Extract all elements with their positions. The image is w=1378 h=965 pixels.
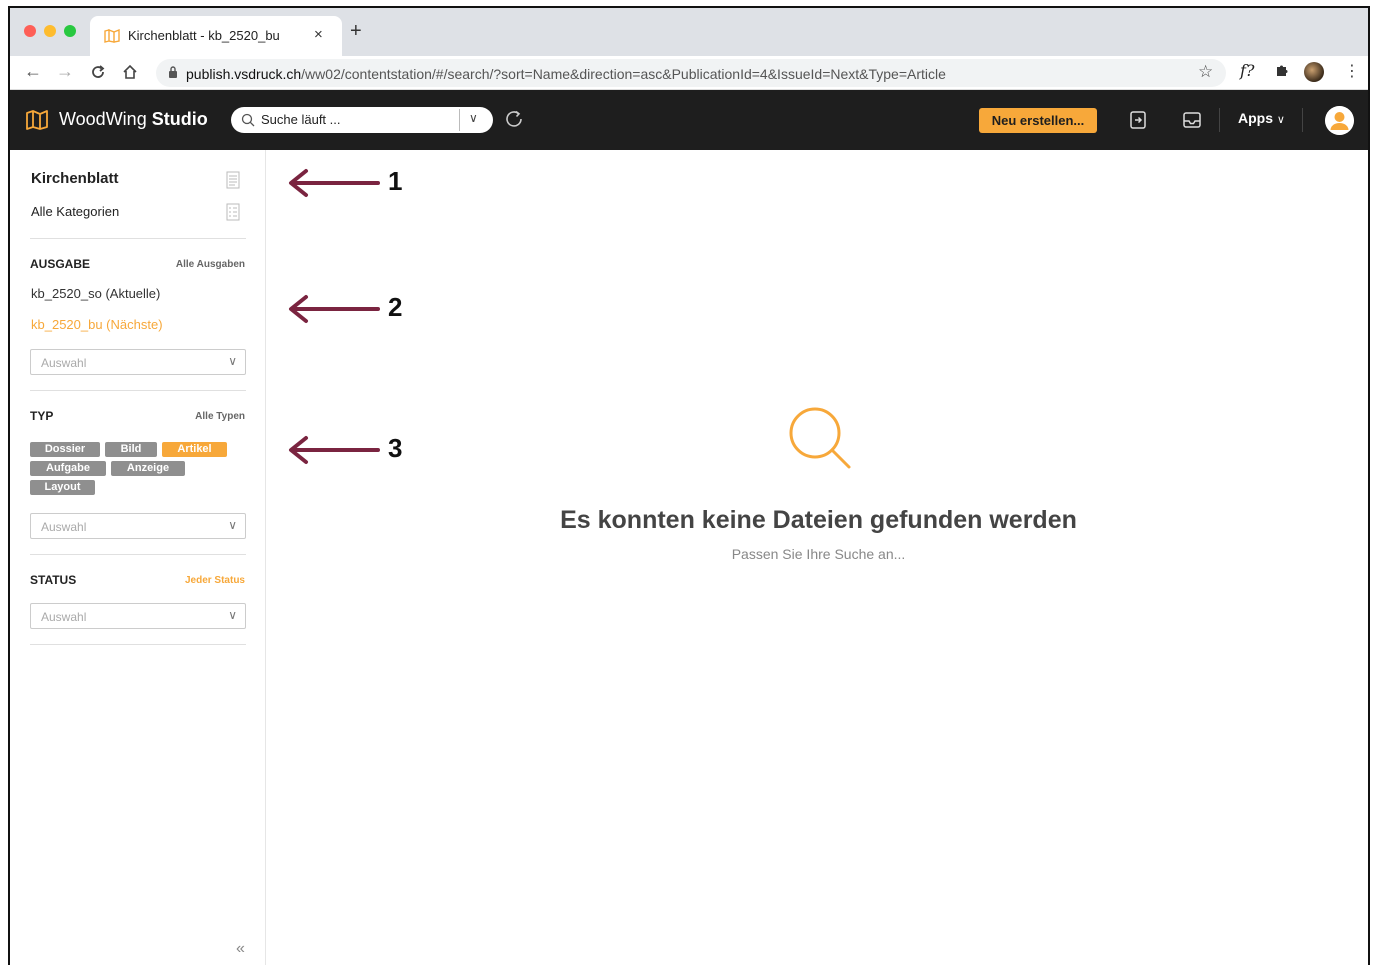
browser-menu-icon[interactable]: ⋮ [1344,61,1360,81]
browser-window: Kirchenblatt - kb_2520_bu × + ← → publis… [8,6,1370,965]
extensions-puzzle-icon[interactable] [1274,62,1290,78]
header-divider [1302,108,1303,132]
tab-close-icon[interactable]: × [314,26,323,43]
annotation-number-2: 2 [388,292,403,322]
woodwing-favicon-icon [104,29,120,43]
close-window-button[interactable] [24,25,36,37]
type-select-placeholder: Auswahl [41,520,87,534]
lock-icon [169,66,177,78]
search-input[interactable]: Suche läuft ... ∨ [231,107,493,133]
profile-avatar[interactable] [1304,62,1324,82]
section-divider [30,644,246,645]
annotation-arrow-3 [289,436,380,464]
chevron-down-icon: ∨ [228,354,237,368]
publication-title[interactable]: Kirchenblatt [31,170,119,187]
tab-title: Kirchenblatt - kb_2520_bu [128,28,280,43]
category-list-icon[interactable] [226,203,240,221]
empty-search-icon [789,407,851,469]
brand-name: WoodWing Studio [59,109,208,129]
type-section-title: TYP [30,409,54,423]
reload-icon[interactable] [90,64,106,80]
status-select-placeholder: Auswahl [41,610,87,624]
extension-f-icon[interactable]: f? [1240,61,1255,80]
issue-select-placeholder: Auswahl [41,356,87,370]
refresh-icon[interactable] [502,107,526,131]
bookmark-star-icon[interactable]: ☆ [1198,62,1213,82]
annotation-number-1: 1 [388,166,403,196]
section-divider [30,554,246,555]
issue-select[interactable]: Auswahl ∨ [30,349,246,375]
filter-sidebar: Kirchenblatt Alle Kategorien AUSGABE All… [10,150,266,965]
type-chip-bild[interactable]: Bild [105,442,157,457]
home-icon[interactable] [122,64,138,80]
publication-doc-icon[interactable] [226,171,240,189]
user-avatar[interactable] [1325,106,1354,135]
type-chip-layout[interactable]: Layout [30,480,95,495]
forward-arrow-icon[interactable]: → [56,61,74,82]
apps-chevron-down-icon: ∨ [1276,114,1285,126]
inbox-icon[interactable] [1182,110,1202,130]
browser-toolbar: ← → publish.vsdruck.ch/ww02/contentstati… [10,56,1368,90]
search-status-text: Suche läuft ... [261,112,341,127]
browser-tab[interactable]: Kirchenblatt - kb_2520_bu × [90,16,342,56]
status-select[interactable]: Auswahl ∨ [30,603,246,629]
annotation-arrow-1 [289,169,380,197]
annotation-number-3: 3 [388,433,403,463]
collapse-sidebar-icon[interactable]: « [236,940,245,958]
issue-section-title: AUSGABE [30,257,91,271]
section-divider [30,390,246,391]
empty-state-title: Es konnten keine Dateien gefunden werden [560,506,1077,534]
type-select[interactable]: Auswahl ∨ [30,513,246,539]
url-text: publish.vsdruck.ch/ww02/contentstation/#… [186,66,946,82]
chevron-down-icon: ∨ [228,518,237,532]
new-tab-button[interactable]: + [350,20,362,43]
type-chip-aufgabe[interactable]: Aufgabe [30,461,106,476]
any-status-link[interactable]: Jeder Status [185,575,245,586]
back-arrow-icon[interactable]: ← [24,61,42,82]
address-bar[interactable]: publish.vsdruck.ch/ww02/contentstation/#… [156,59,1226,87]
category-filter[interactable]: Alle Kategorien [31,204,119,219]
section-divider [30,238,246,239]
header-divider [1219,108,1220,132]
search-divider [459,109,460,131]
tab-strip: Kirchenblatt - kb_2520_bu × + [10,8,1368,56]
type-chip-dossier[interactable]: Dossier [30,442,100,457]
minimize-window-button[interactable] [44,25,56,37]
user-icon [1325,106,1354,135]
search-icon [241,113,255,127]
search-options-chevron-icon[interactable]: ∨ [469,111,478,125]
annotation-arrow-2 [289,295,380,323]
woodwing-logo-icon [26,110,48,130]
issue-item-current[interactable]: kb_2520_so (Aktuelle) [31,286,160,301]
app-header: WoodWing Studio Suche läuft ... ∨ Neu er… [10,90,1368,150]
type-chip-anzeige[interactable]: Anzeige [111,461,185,476]
empty-state-subtitle: Passen Sie Ihre Suche an... [731,546,906,562]
chevron-down-icon: ∨ [228,608,237,622]
maximize-window-button[interactable] [64,25,76,37]
issue-item-next[interactable]: kb_2520_bu (Nächste) [31,317,163,332]
status-section-title: STATUS [30,573,77,587]
all-issues-link[interactable]: Alle Ausgaben [176,259,245,270]
upload-document-icon[interactable] [1128,110,1148,130]
type-chip-artikel[interactable]: Artikel [162,442,227,457]
apps-menu[interactable]: Apps ∨ [1238,110,1285,126]
all-types-link[interactable]: Alle Typen [195,411,245,422]
create-new-button[interactable]: Neu erstellen... [979,108,1097,133]
